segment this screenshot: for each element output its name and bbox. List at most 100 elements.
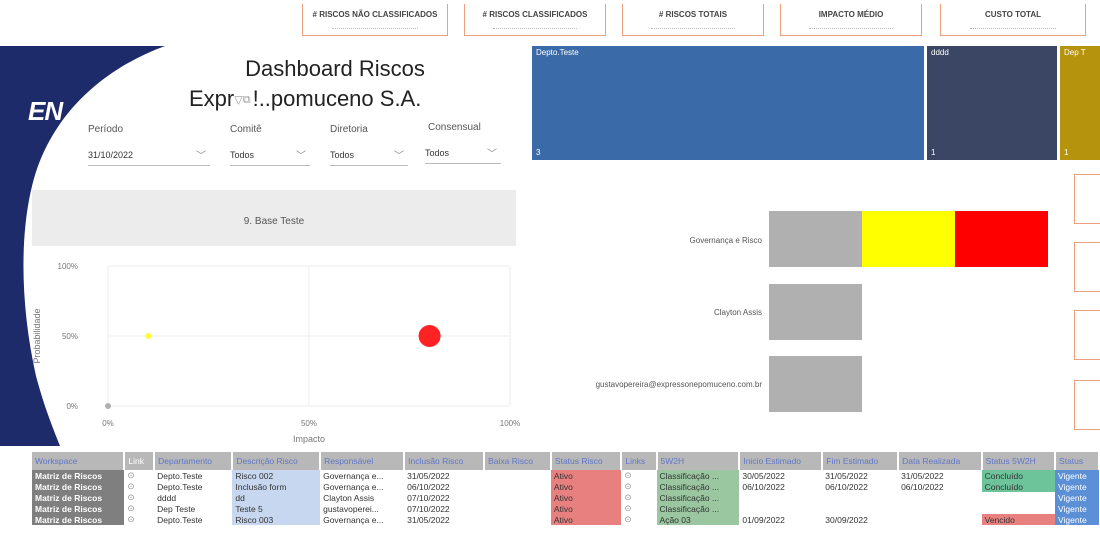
column-header[interactable]: Fim Estimado (822, 452, 900, 470)
side-card[interactable] (1074, 310, 1100, 360)
slicer-label-comite: Comitê (230, 124, 262, 135)
bar-segment[interactable] (955, 211, 1048, 267)
treemap-label: Depto.Teste (536, 48, 579, 57)
treemap-tile[interactable]: Dep T 1 (1060, 46, 1100, 160)
bar-segment[interactable] (862, 211, 955, 267)
table-cell: Ativo (550, 492, 622, 503)
column-header[interactable]: Departamento (154, 452, 234, 470)
side-card[interactable] (1074, 174, 1100, 224)
kpi-average-impact[interactable]: IMPACTO MÉDIO (780, 4, 922, 36)
table-row[interactable]: Matriz de Riscos ⊙ Depto.Teste Risco 003 Gov… (32, 514, 1099, 525)
table-cell (982, 503, 1055, 514)
table-cell (484, 514, 551, 525)
column-header[interactable]: Workspace (32, 452, 126, 470)
table-row[interactable]: Matriz de Riscos ⊙ dddd dd Clayton Assis 07/1… (32, 492, 1099, 503)
table-cell: Matriz de Riscos (32, 492, 125, 503)
column-header[interactable]: Links (621, 452, 658, 470)
kpi-label: # RISCOS CLASSIFICADOS (482, 10, 588, 19)
risk-scatter-chart: 0% 0% 50% 50% 100% 100% Impacto Probabilidade (32, 262, 520, 444)
slicer-label-diretoria: Diretoria (330, 124, 368, 135)
bar-segment[interactable] (769, 356, 862, 412)
kpi-label: IMPACTO MÉDIO (818, 10, 884, 19)
bar-label: gustavopereira@expressonepomuceno.com.br (595, 380, 762, 389)
table-cell (484, 481, 551, 492)
table-cell (484, 492, 551, 503)
link-icon[interactable]: ⊙ (124, 503, 154, 514)
column-header[interactable]: Status (1055, 452, 1100, 470)
company-name: Expr▽⧉!..pomuceno S.A. (185, 86, 505, 112)
slicer-label-consensual: Consensual (428, 122, 481, 133)
kpi-total-risks[interactable]: # RISCOS TOTAIS (622, 4, 764, 36)
x-axis-title: Impacto (293, 434, 325, 444)
slicer-diretoria[interactable]: Todos ﹀ (330, 144, 408, 166)
treemap-tile[interactable]: dddd 1 (927, 46, 1057, 160)
table-cell: 07/10/2022 (407, 492, 450, 503)
link-icon[interactable]: ⊙ (124, 514, 154, 525)
kpi-total-cost[interactable]: CUSTO TOTAL (940, 4, 1086, 36)
table-cell: 31/05/2022 (407, 470, 450, 481)
table-cell: Depto.Teste (157, 470, 203, 481)
y-tick-label: 0% (66, 402, 78, 411)
table-cell: Ação 03 (656, 514, 740, 525)
slicer-comite[interactable]: Todos ﹀ (230, 144, 310, 166)
dashboard-root: # RISCOS NÃO CLASSIFICADOS # RISCOS CLAS… (0, 0, 1100, 547)
kpi-label: # RISCOS NÃO CLASSIFICADOS (312, 10, 438, 19)
table-row[interactable]: Matriz de Riscos ⊙ Dep Teste Teste 5 gustavo… (32, 503, 1099, 514)
bar-segment[interactable] (769, 211, 862, 267)
table-cell: Depto.Teste (157, 481, 203, 492)
table-cell: Vigente (1055, 481, 1099, 492)
link-icon[interactable]: ⊙ (124, 470, 154, 481)
column-header[interactable]: Inclusão Risco (404, 452, 486, 470)
table-cell: 31/05/2022 (901, 470, 944, 481)
table-cell: gustavoperei... (323, 503, 379, 514)
section-header: 9. Base Teste (32, 190, 516, 246)
link-icon[interactable]: ⊙ (621, 481, 656, 492)
table-cell: Matriz de Riscos (32, 503, 125, 514)
side-card[interactable] (1074, 380, 1100, 430)
column-header[interactable]: Data Realizada (898, 452, 983, 470)
table-cell: Risco 002 (232, 470, 321, 481)
link-icon[interactable]: ⊙ (124, 492, 154, 503)
column-header[interactable]: Inicio Estimado (739, 452, 824, 470)
x-tick-label: 50% (301, 419, 317, 428)
scatter-point[interactable] (145, 333, 152, 339)
column-header[interactable]: 5W2H (656, 452, 741, 470)
table-cell: Governança e... (323, 481, 384, 492)
treemap-label: dddd (931, 48, 949, 57)
treemap-tile[interactable]: Depto.Teste 3 (532, 46, 924, 160)
column-header[interactable]: Descrição Risco (232, 452, 322, 470)
link-icon[interactable]: ⊙ (621, 514, 656, 525)
table-cell: Ativo (550, 481, 622, 492)
scatter-point[interactable] (418, 325, 441, 347)
link-icon[interactable]: ⊙ (621, 503, 656, 514)
table-cell: 30/05/2022 (742, 470, 785, 481)
column-header[interactable]: Responsável (320, 452, 406, 470)
column-header[interactable]: Status Risco (550, 452, 623, 470)
column-header[interactable]: Link (124, 452, 156, 470)
link-icon[interactable]: ⊙ (124, 481, 154, 492)
company-name-part: Expr (189, 86, 235, 111)
column-header[interactable]: Status 5W2H (981, 452, 1057, 470)
filter-icon[interactable]: ▽ (234, 95, 242, 107)
table-row[interactable]: Matriz de Riscos ⊙ Depto.Teste Inclusão for… (32, 481, 1099, 492)
kpi-unclassified-risks[interactable]: # RISCOS NÃO CLASSIFICADOS (302, 4, 448, 36)
scatter-point[interactable] (105, 403, 111, 409)
column-header[interactable]: Baixa Risco (484, 452, 552, 470)
link-icon[interactable]: ⊙ (621, 492, 656, 503)
kpi-classified-risks[interactable]: # RISCOS CLASSIFICADOS (464, 4, 606, 36)
focus-mode-icon[interactable]: ⧉ (243, 94, 251, 106)
table-cell: Vigente (1055, 470, 1099, 481)
table-cell: Matriz de Riscos (32, 514, 125, 525)
kpi-label: # RISCOS TOTAIS (658, 10, 728, 19)
table-cell: Classificação ... (656, 492, 740, 503)
slicer-consensual[interactable]: Todos ﹀ (425, 142, 501, 164)
table-cell: dd (232, 492, 321, 503)
side-card[interactable] (1074, 242, 1100, 292)
slicer-periodo[interactable]: 31/10/2022 ﹀ (88, 144, 210, 166)
risk-table: Workspace Link Departamento Descrição Ri… (32, 452, 1100, 525)
table-cell (739, 503, 822, 514)
link-icon[interactable]: ⊙ (621, 470, 656, 481)
bar-segment[interactable] (769, 284, 862, 340)
table-cell: Dep Teste (157, 503, 196, 514)
table-row[interactable]: Matriz de Riscos ⊙ Depto.Teste Risco 002 Gov… (32, 470, 1099, 481)
